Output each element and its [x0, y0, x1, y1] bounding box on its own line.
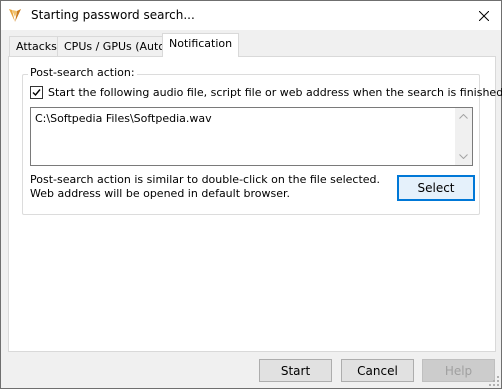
start-action-checkbox-row[interactable]: Start the following audio file, script f…	[30, 86, 502, 99]
app-logo-icon	[7, 7, 23, 23]
close-button[interactable]	[467, 1, 501, 30]
resize-grip-icon[interactable]	[489, 376, 499, 386]
tab-cpus-gpus[interactable]: CPUs / GPUs (Auto)	[57, 36, 177, 57]
close-icon	[479, 10, 489, 21]
info-line-1: Post-search action is similar to double-…	[30, 173, 381, 186]
chevron-up-icon[interactable]	[455, 108, 472, 125]
group-label: Post-search action:	[28, 66, 137, 79]
start-action-checkbox[interactable]	[30, 86, 43, 99]
select-button[interactable]: Select	[397, 175, 475, 201]
tab-attacks[interactable]: Attacks	[9, 36, 64, 57]
action-path-textarea[interactable]: C:\Softpedia Files\Softpedia.wav	[30, 107, 473, 166]
window-title: Starting password search...	[31, 8, 195, 22]
title-bar: Starting password search...	[1, 1, 501, 30]
action-path-value: C:\Softpedia Files\Softpedia.wav	[35, 112, 212, 125]
vertical-scrollbar[interactable]	[455, 108, 472, 165]
cancel-button[interactable]: Cancel	[341, 359, 414, 382]
info-line-2: Web address will be opened in default br…	[30, 187, 291, 200]
tab-notification[interactable]: Notification	[162, 33, 240, 57]
start-button[interactable]: Start	[259, 359, 332, 382]
dialog-window: Starting password search... Attacks CPUs…	[0, 0, 502, 389]
chevron-down-icon[interactable]	[455, 148, 472, 165]
checkbox-label: Start the following audio file, script f…	[48, 86, 502, 99]
help-button[interactable]: Help	[422, 359, 495, 382]
checkmark-icon	[32, 89, 41, 97]
